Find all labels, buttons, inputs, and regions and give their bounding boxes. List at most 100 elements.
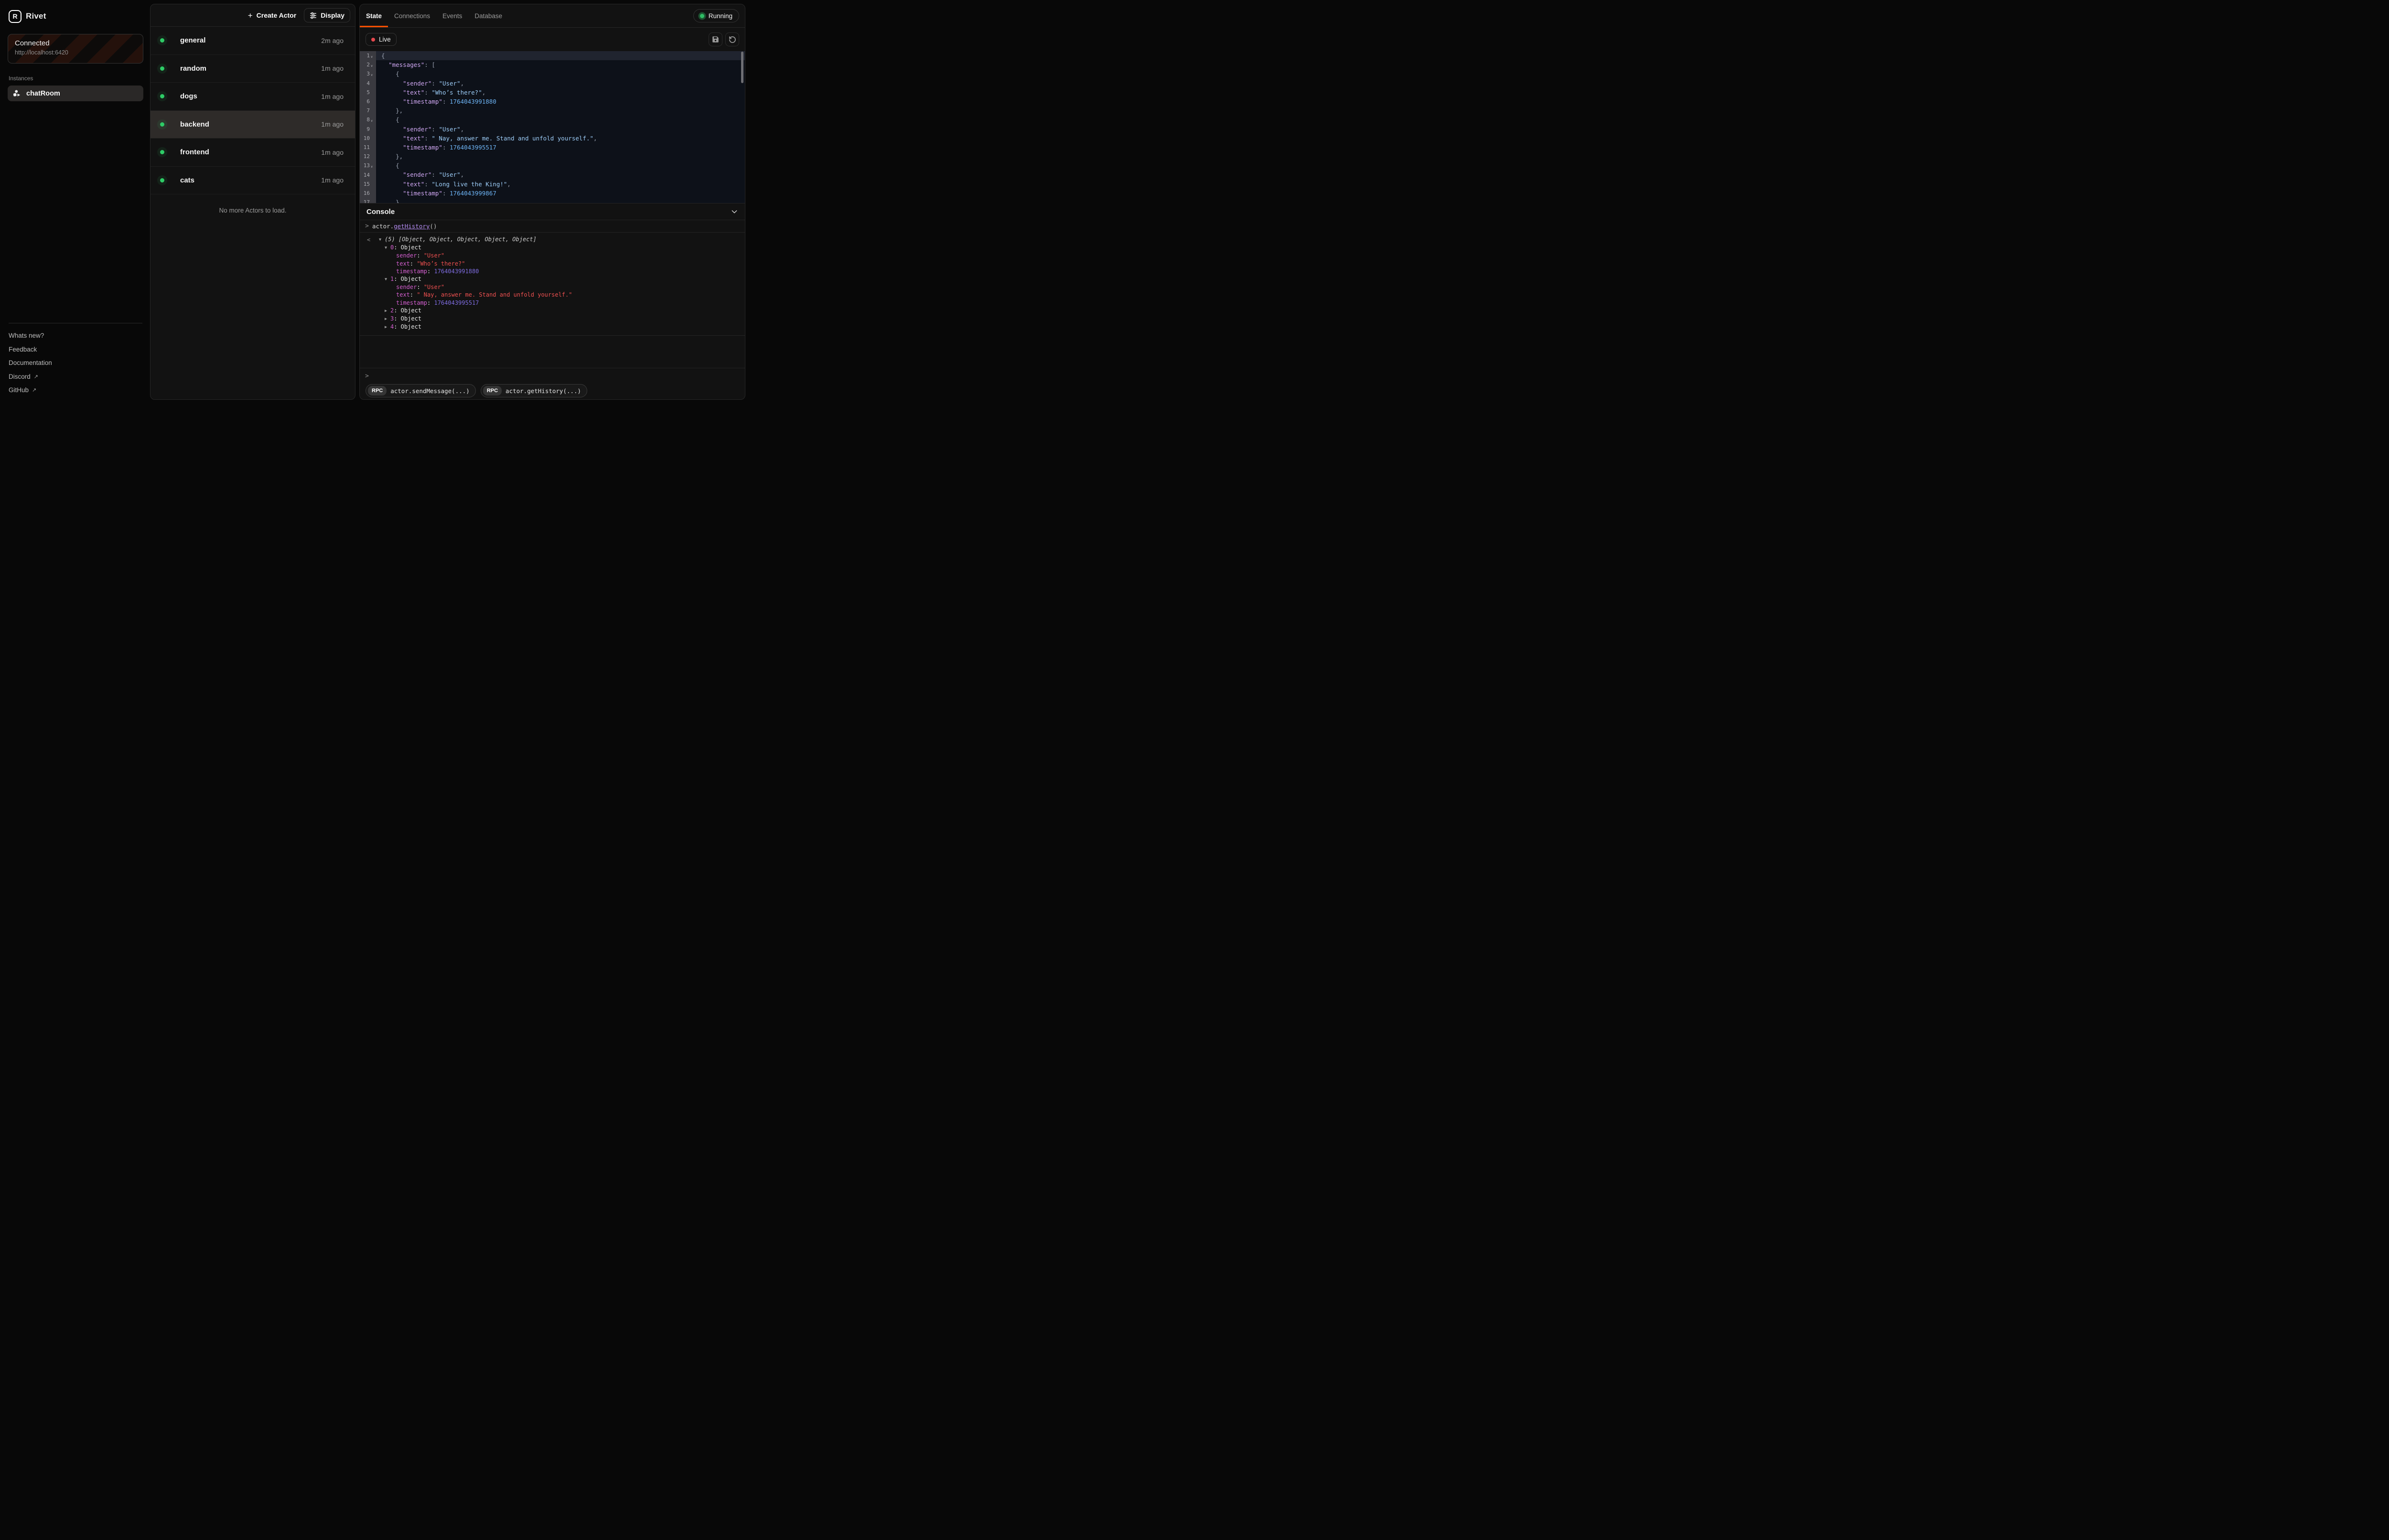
console-input[interactable]: > — [360, 368, 745, 384]
fold-chevron-icon[interactable]: ∨ — [371, 73, 375, 77]
code-line[interactable]: "timestamp": 1764043995517 — [376, 143, 745, 152]
line-number-gutter[interactable]: 15 — [360, 180, 376, 189]
revert-state-button[interactable] — [725, 32, 739, 46]
state-toolbar: Live — [360, 28, 745, 51]
link-discord[interactable]: Discord ↗ — [9, 370, 142, 384]
actors-panel: + Create Actor Display general 2m ago — [150, 4, 355, 400]
display-button[interactable]: Display — [304, 8, 350, 22]
tab-database[interactable]: Database — [468, 4, 508, 27]
actor-time: 1m ago — [321, 149, 344, 156]
code-line[interactable]: { — [376, 69, 745, 78]
status-badge: Running — [693, 9, 739, 22]
caret-right-icon[interactable]: ▶ — [385, 315, 390, 323]
tab-state[interactable]: State — [360, 4, 388, 27]
code-line[interactable]: "text": "Long live the King!", — [376, 180, 745, 189]
sidebar-links: Whats new? Feedback Documentation Discor… — [5, 326, 146, 398]
rpc-shortcuts: RPC actor.sendMessage(...) RPC actor.get… — [360, 384, 745, 399]
state-json-editor[interactable]: 1∨{2∨ "messages": [3∨ {4 "sender": "User… — [360, 51, 745, 203]
code-line[interactable]: "messages": [ — [376, 60, 745, 69]
actor-name: cats — [180, 176, 194, 184]
rpc-get-history-button[interactable]: RPC actor.getHistory(...) — [481, 384, 587, 397]
line-number-gutter[interactable]: 4 — [360, 79, 376, 88]
line-number-gutter[interactable]: 8∨ — [360, 115, 376, 124]
fold-chevron-icon[interactable]: ∨ — [371, 64, 375, 68]
caret-right-icon[interactable]: ▶ — [385, 307, 390, 315]
line-number-gutter[interactable]: 9 — [360, 125, 376, 134]
actor-status-icon — [160, 38, 180, 43]
caret-down-icon[interactable]: ▼ — [385, 276, 390, 283]
code-line[interactable]: "sender": "User", — [376, 170, 745, 179]
fold-chevron-icon[interactable]: ∨ — [371, 165, 375, 169]
console-header[interactable]: Console — [360, 203, 745, 220]
rpc-label: actor.getHistory(...) — [506, 387, 581, 395]
code-line[interactable]: } — [376, 198, 745, 203]
line-number-gutter[interactable]: 3∨ — [360, 69, 376, 78]
sidebar-item-chatroom[interactable]: chatRoom — [8, 86, 143, 101]
caret-down-icon[interactable]: ▼ — [385, 244, 390, 252]
line-number-gutter[interactable]: 14 — [360, 170, 376, 179]
console-output: <▼(5) [Object, Object, Object, Object, O… — [360, 233, 745, 336]
external-link-icon: ↗ — [32, 387, 36, 393]
code-line[interactable]: { — [376, 161, 745, 170]
actor-time: 1m ago — [321, 64, 344, 72]
editor-line: 16 "timestamp": 1764043999867 — [360, 189, 745, 198]
line-number-gutter[interactable]: 12 — [360, 152, 376, 161]
code-line[interactable]: "timestamp": 1764043991880 — [376, 97, 745, 106]
caret-right-icon[interactable]: ▶ — [385, 323, 390, 331]
code-line[interactable]: "text": "Who’s there?", — [376, 88, 745, 97]
editor-line: 17 } — [360, 198, 745, 203]
live-toggle[interactable]: Live — [366, 33, 397, 46]
editor-line: 1∨{ — [360, 51, 745, 60]
line-number-gutter[interactable]: 11 — [360, 143, 376, 152]
result-arrow-icon: < — [367, 236, 370, 244]
fold-chevron-icon[interactable]: ∨ — [371, 119, 375, 123]
line-number-gutter[interactable]: 2∨ — [360, 60, 376, 69]
editor-scrollbar[interactable] — [741, 52, 743, 83]
line-number-gutter[interactable]: 6 — [360, 97, 376, 106]
line-number-gutter[interactable]: 16 — [360, 189, 376, 198]
line-number-gutter[interactable]: 17 — [360, 198, 376, 203]
fold-chevron-icon[interactable]: ∨ — [371, 55, 375, 59]
line-number-gutter[interactable]: 1∨ — [360, 51, 376, 60]
actor-row-frontend[interactable]: frontend 1m ago — [151, 139, 355, 167]
link-feedback[interactable]: Feedback — [9, 342, 142, 356]
line-number-gutter[interactable]: 10 — [360, 134, 376, 143]
code-line[interactable]: "timestamp": 1764043999867 — [376, 189, 745, 198]
inspector-panel: State Connections Events Database Runnin… — [359, 4, 745, 400]
code-line[interactable]: "sender": "User", — [376, 125, 745, 134]
code-line[interactable]: }, — [376, 152, 745, 161]
code-line[interactable]: { — [376, 115, 745, 124]
code-line[interactable]: }, — [376, 106, 745, 115]
console-command-row: > actor.getHistory() — [360, 220, 745, 233]
brand-logo: R Rivet — [9, 9, 146, 24]
code-line[interactable]: "text": " Nay, answer me. Stand and unfo… — [376, 134, 745, 143]
actor-row-cats[interactable]: cats 1m ago — [151, 167, 355, 195]
rotate-ccw-icon — [729, 36, 736, 43]
rpc-badge: RPC — [368, 386, 387, 396]
line-number-gutter[interactable]: 5 — [360, 88, 376, 97]
sidebar-spacer — [5, 101, 146, 323]
live-dot-icon — [371, 38, 375, 42]
link-whats-new[interactable]: Whats new? — [9, 329, 142, 343]
link-github[interactable]: GitHub ↗ — [9, 384, 142, 397]
code-line[interactable]: "sender": "User", — [376, 79, 745, 88]
command-method[interactable]: getHistory — [394, 223, 430, 230]
create-actor-button[interactable]: + Create Actor — [243, 9, 301, 22]
actor-row-random[interactable]: random 1m ago — [151, 55, 355, 83]
code-line[interactable]: { — [376, 51, 745, 60]
rpc-send-message-button[interactable]: RPC actor.sendMessage(...) — [366, 384, 476, 397]
caret-down-icon[interactable]: ▼ — [379, 236, 385, 244]
link-documentation[interactable]: Documentation — [9, 356, 142, 370]
tab-events[interactable]: Events — [436, 4, 468, 27]
actor-row-general[interactable]: general 2m ago — [151, 27, 355, 55]
actor-name: frontend — [180, 148, 209, 156]
chevron-down-icon[interactable] — [731, 208, 738, 215]
editor-line: 7 }, — [360, 106, 745, 115]
actor-row-dogs[interactable]: dogs 1m ago — [151, 83, 355, 111]
app-root: R Rivet Connected http://localhost:6420 … — [0, 0, 749, 404]
save-state-button[interactable] — [709, 32, 722, 46]
tab-connections[interactable]: Connections — [388, 4, 436, 27]
line-number-gutter[interactable]: 7 — [360, 106, 376, 115]
line-number-gutter[interactable]: 13∨ — [360, 161, 376, 170]
actor-row-backend[interactable]: backend 1m ago — [151, 111, 355, 139]
